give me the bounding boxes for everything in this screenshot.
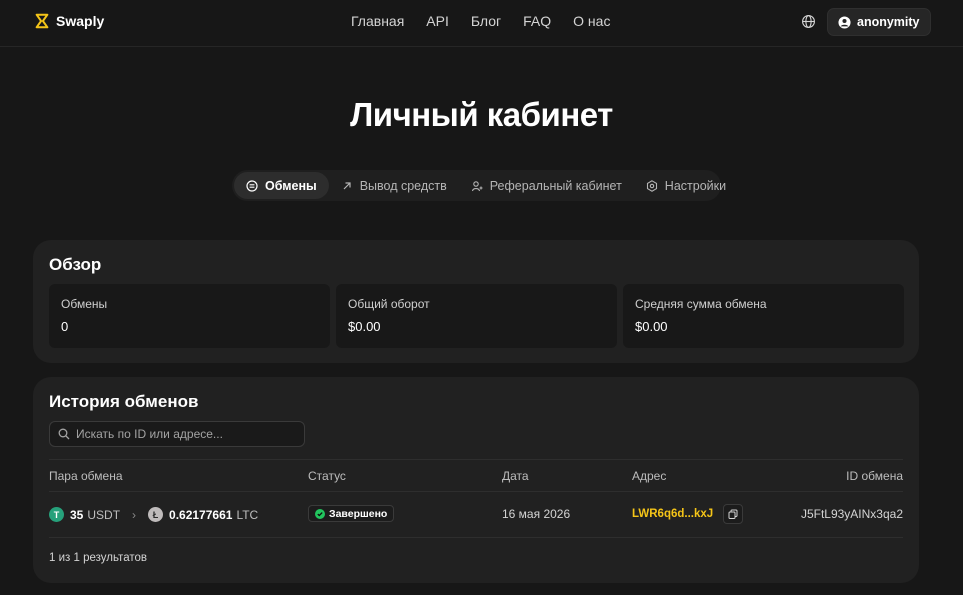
tab-settings[interactable]: Настройки xyxy=(634,172,738,199)
nav-blog[interactable]: Блог xyxy=(471,13,501,29)
nav-about[interactable]: О нас xyxy=(573,13,610,29)
table-header: Пара обмена Статус Дата Адрес ID обмена xyxy=(49,459,903,492)
column-status: Статус xyxy=(308,469,346,483)
tab-label: Настройки xyxy=(664,178,727,193)
exchange-icon xyxy=(246,179,258,192)
results-count: 1 из 1 результатов xyxy=(49,552,147,564)
user-avatar-icon xyxy=(838,15,851,29)
address-link[interactable]: LWR6q6d...kxJ xyxy=(632,508,713,520)
exchange-id-cell: J5FtL93yAINx3qa2 xyxy=(800,507,903,521)
from-ticker: USDT xyxy=(87,507,121,522)
tab-referral[interactable]: Реферальный кабинет xyxy=(459,172,634,199)
page-title: Личный кабинет xyxy=(350,96,613,133)
tab-exchanges[interactable]: Обмены xyxy=(234,172,329,199)
user-menu-button[interactable]: anonymity xyxy=(827,8,931,36)
overview-title: Обзор xyxy=(49,255,102,274)
tab-label: Реферальный кабинет xyxy=(489,178,622,193)
address-cell: LWR6q6d...kxJ xyxy=(632,504,743,524)
stat-value: $0.00 xyxy=(348,319,381,334)
search-box xyxy=(49,421,305,447)
column-date: Дата xyxy=(502,469,529,483)
to-amount: 0.62177661 xyxy=(169,507,233,522)
stat-label: Средняя сумма обмена xyxy=(635,297,767,311)
search-input[interactable] xyxy=(76,427,296,441)
tab-withdraw[interactable]: Вывод средств xyxy=(329,172,459,199)
status-cell: Завершено xyxy=(308,505,395,522)
stat-value: $0.00 xyxy=(635,319,668,334)
column-exchange-id: ID обмена xyxy=(846,469,903,483)
stat-value: 0 xyxy=(61,319,69,334)
stat-total-turnover: Общий оборот $0.00 xyxy=(336,284,617,348)
check-circle-icon xyxy=(315,508,325,519)
globe-icon[interactable] xyxy=(801,14,816,29)
brand-name: Swaply xyxy=(56,13,105,29)
history-card: История обменов Пара обмена Статус Дата … xyxy=(33,377,919,583)
copy-button[interactable] xyxy=(722,504,743,524)
date-cell: 16 мая 2026 xyxy=(502,507,571,521)
copy-icon xyxy=(728,509,738,519)
username: anonymity xyxy=(857,15,920,29)
exchange-pair: T 35 USDT › Ł 0.62177661 LTC xyxy=(49,507,258,522)
history-title: История обменов xyxy=(49,392,199,411)
status-badge: Завершено xyxy=(308,505,395,522)
stat-average-amount: Средняя сумма обмена $0.00 xyxy=(623,284,904,348)
usdt-icon: T xyxy=(49,507,64,522)
ltc-icon: Ł xyxy=(148,507,164,522)
top-bar: Swaply Главная API Блог FAQ О нас anonym… xyxy=(0,0,963,47)
arrow-up-right-icon xyxy=(343,181,351,189)
column-pair: Пара обмена xyxy=(49,469,123,483)
gear-icon xyxy=(646,179,657,192)
search-icon xyxy=(58,428,70,440)
tab-label: Вывод средств xyxy=(359,178,447,193)
chevron-right-icon: › xyxy=(132,507,137,522)
stat-exchanges: Обмены 0 xyxy=(49,284,330,348)
to-ticker: LTC xyxy=(236,507,259,522)
account-tabs: Обмены Вывод средств Реферальный кабинет… xyxy=(232,170,726,201)
tab-label: Обмены xyxy=(265,178,317,193)
nav-api[interactable]: API xyxy=(426,13,449,29)
status-text: Завершено xyxy=(329,507,388,520)
table-row[interactable]: T 35 USDT › Ł 0.62177661 LTC Завершено 1… xyxy=(49,492,903,538)
main-nav: Главная API Блог FAQ О нас xyxy=(351,13,610,29)
stat-label: Общий оборот xyxy=(348,297,430,311)
overview-card: Обзор Обмены 0 Общий оборот $0.00 Средня… xyxy=(33,240,919,363)
stat-label: Обмены xyxy=(61,297,108,311)
swaply-logo-icon xyxy=(35,13,49,29)
column-address: Адрес xyxy=(632,469,667,483)
nav-home[interactable]: Главная xyxy=(351,13,404,29)
user-plus-icon xyxy=(471,180,483,191)
brand-logo[interactable]: Swaply xyxy=(33,12,104,30)
from-amount: 35 xyxy=(70,507,84,522)
nav-faq[interactable]: FAQ xyxy=(523,13,551,29)
